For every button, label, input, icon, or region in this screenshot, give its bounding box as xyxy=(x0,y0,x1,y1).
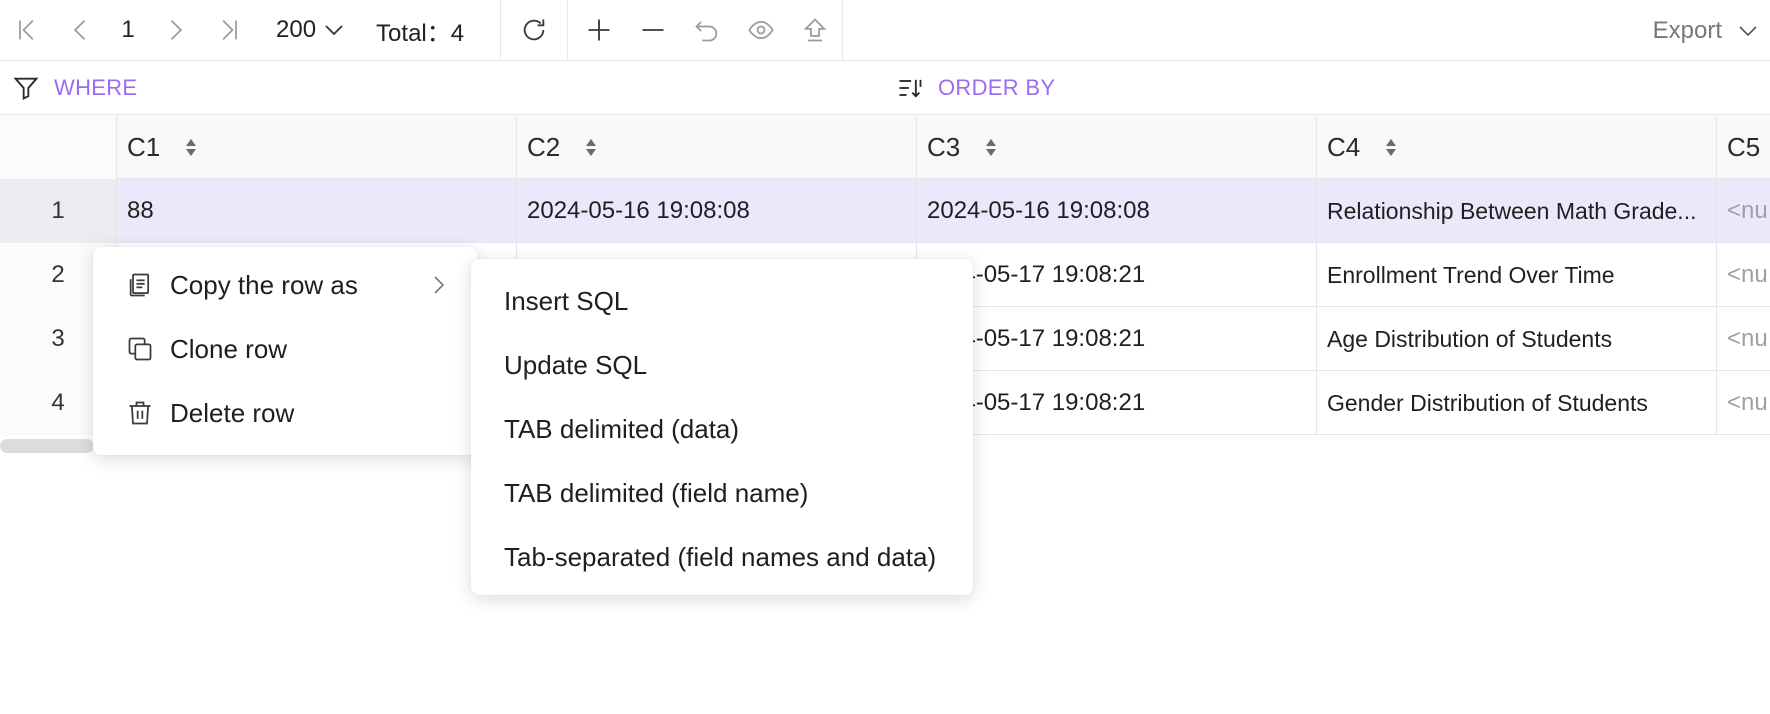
column-title: C3 xyxy=(927,131,961,162)
table-cell[interactable]: Gender Distribution of Students xyxy=(1317,371,1717,435)
table-cell[interactable]: 24-05-17 19:08:21 xyxy=(917,307,1317,371)
column-title: C4 xyxy=(1327,131,1361,162)
sort-arrows-icon[interactable] xyxy=(186,138,197,156)
menu-item-label: Copy the row as xyxy=(170,269,358,300)
eye-icon[interactable] xyxy=(734,0,788,61)
divider xyxy=(842,0,844,61)
total-label: Total： xyxy=(376,19,451,47)
header-row: C1 C2 C3 C4 C5 xyxy=(0,115,1770,179)
sort-icon xyxy=(899,79,922,98)
menu-item-label: Delete row xyxy=(170,397,295,428)
order-by-filter[interactable]: ORDER BY xyxy=(896,61,1055,115)
trash-icon xyxy=(129,401,151,425)
column-header-c2[interactable]: C2 xyxy=(517,115,917,179)
add-row-icon[interactable] xyxy=(572,0,626,61)
menu-item-clone-row[interactable]: Clone row xyxy=(93,317,477,381)
total-value: 4 xyxy=(450,19,465,47)
where-label: WHERE xyxy=(54,75,138,100)
table-row[interactable]: 1 88 2024-05-16 19:08:08 2024-05-16 19:0… xyxy=(0,179,1770,243)
table-cell[interactable]: 88 xyxy=(117,179,517,243)
refresh-icon[interactable] xyxy=(507,0,561,61)
chevron-down-icon xyxy=(1739,25,1757,36)
export-button[interactable]: Export xyxy=(1653,0,1760,61)
first-page-icon[interactable] xyxy=(0,0,54,61)
table-cell[interactable]: 24-05-17 19:08:21 xyxy=(917,371,1317,435)
submenu-item-insert-sql[interactable]: Insert SQL xyxy=(471,269,973,333)
column-header-c3[interactable]: C3 xyxy=(917,115,1317,179)
row-context-menu: Copy the row as Clone row Delete row xyxy=(93,247,477,455)
where-filter[interactable]: WHERE xyxy=(12,61,137,115)
filter-icon xyxy=(13,77,39,101)
copy-document-icon xyxy=(129,273,150,297)
total-count: Total：4 xyxy=(376,13,464,48)
table-cell[interactable]: <nu xyxy=(1717,307,1770,371)
row-actions-group xyxy=(568,0,842,61)
table-cell[interactable]: Age Distribution of Students xyxy=(1317,307,1717,371)
table-cell[interactable]: <nu xyxy=(1717,179,1770,243)
submenu-item-tab-data[interactable]: TAB delimited (data) xyxy=(471,397,973,461)
pagination: 1 200 Total：4 xyxy=(0,0,500,61)
column-title: C5 xyxy=(1727,131,1761,162)
menu-item-delete-row[interactable]: Delete row xyxy=(93,381,477,445)
sort-arrows-icon[interactable] xyxy=(586,138,597,156)
table-cell[interactable]: Enrollment Trend Over Time xyxy=(1317,243,1717,307)
chevron-right-icon xyxy=(434,276,445,294)
undo-icon[interactable] xyxy=(680,0,734,61)
copy-as-submenu: Insert SQL Update SQL TAB delimited (dat… xyxy=(471,259,973,595)
prev-page-icon[interactable] xyxy=(54,0,108,61)
sort-arrows-icon[interactable] xyxy=(1386,138,1397,156)
column-header-c1[interactable]: C1 xyxy=(117,115,517,179)
page-size-select[interactable]: 200 xyxy=(276,16,346,44)
next-page-icon[interactable] xyxy=(148,0,202,61)
column-header-c4[interactable]: C4 xyxy=(1317,115,1717,179)
page-size-value: 200 xyxy=(276,16,317,43)
page-number[interactable]: 1 xyxy=(108,16,148,44)
upload-icon[interactable] xyxy=(788,0,842,61)
clone-icon xyxy=(128,337,152,361)
table-cell[interactable]: 24-05-17 19:08:21 xyxy=(917,243,1317,307)
column-header-c5[interactable]: C5 xyxy=(1717,115,1770,179)
export-label: Export xyxy=(1652,16,1722,44)
chevron-down-icon xyxy=(325,25,343,36)
refresh-group xyxy=(501,0,567,61)
table-cell[interactable]: <nu xyxy=(1717,243,1770,307)
column-title: C1 xyxy=(127,131,161,162)
submenu-item-tab-field-names-and-data[interactable]: Tab-separated (field names and data) xyxy=(471,525,973,589)
row-number-header xyxy=(0,115,117,179)
last-page-icon[interactable] xyxy=(202,0,256,61)
toolbar: 1 200 Total：4 Export xyxy=(0,0,1770,61)
sort-arrows-icon[interactable] xyxy=(986,138,997,156)
table-cell[interactable]: 2024-05-16 19:08:08 xyxy=(917,179,1317,243)
column-title: C2 xyxy=(527,131,561,162)
menu-item-copy-row-as[interactable]: Copy the row as xyxy=(93,253,477,317)
filter-bar: WHERE ORDER BY xyxy=(0,61,1770,115)
submenu-item-tab-field-name[interactable]: TAB delimited (field name) xyxy=(471,461,973,525)
submenu-item-update-sql[interactable]: Update SQL xyxy=(471,333,973,397)
order-by-label: ORDER BY xyxy=(938,75,1056,100)
horizontal-scrollbar[interactable] xyxy=(0,439,94,453)
row-number: 1 xyxy=(0,179,117,243)
table-cell[interactable]: 2024-05-16 19:08:08 xyxy=(517,179,917,243)
remove-row-icon[interactable] xyxy=(626,0,680,61)
table-cell[interactable]: Relationship Between Math Grade... xyxy=(1317,179,1717,243)
table-cell[interactable]: <nu xyxy=(1717,371,1770,435)
menu-item-label: Clone row xyxy=(170,333,288,364)
